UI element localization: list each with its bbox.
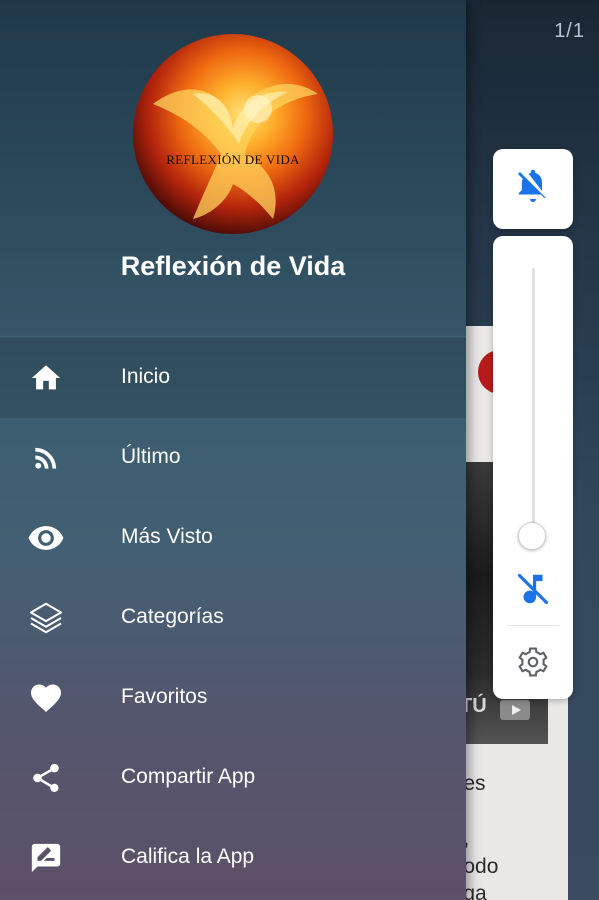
menu-item-label: Último	[121, 445, 181, 468]
menu-item-label: Más Visto	[121, 525, 213, 548]
menu-item-label: Compartir App	[121, 765, 256, 788]
app-title: Reflexión de Vida	[120, 251, 346, 281]
bell-off-icon	[515, 169, 551, 210]
rate-review-icon	[27, 840, 65, 876]
page-counter: 1/1	[554, 20, 585, 42]
menu-item-inicio[interactable]: Inicio	[0, 338, 466, 418]
rss-icon	[27, 440, 65, 476]
phoenix-logo-art	[153, 83, 318, 219]
menu-item-label: Califica la App	[121, 845, 255, 868]
menu-item-label: Inicio	[121, 365, 171, 388]
menu-item-califica-la-app[interactable]: Califica la App	[0, 818, 466, 898]
heart-icon	[27, 680, 65, 716]
menu-item-ultimo[interactable]: Último	[0, 418, 466, 498]
menu-item-mas-visto[interactable]: Más Visto	[0, 498, 466, 578]
drawer-header: REFLEXIÓN DE VIDA Reflexión de Vida	[0, 0, 466, 337]
ringer-toggle-button[interactable]	[493, 149, 573, 229]
logo-text: REFLEXIÓN DE VIDA	[166, 152, 300, 167]
menu-item-label: Categorías	[121, 605, 224, 628]
divider	[507, 625, 559, 626]
eye-icon	[27, 520, 65, 556]
share-icon	[27, 760, 65, 796]
media-volume-thumb[interactable]	[518, 522, 546, 550]
menu-item-categorias[interactable]: Categorías	[0, 578, 466, 658]
menu-item-label: Favoritos	[121, 685, 208, 708]
drawer-menu: Inicio Último Más Visto Categorías Favor…	[0, 338, 466, 898]
navigation-drawer: REFLEXIÓN DE VIDA Reflexión de Vida Inic…	[0, 0, 466, 900]
menu-item-favoritos[interactable]: Favoritos	[0, 658, 466, 738]
app-logo: REFLEXIÓN DE VIDA	[133, 34, 333, 234]
music-off-icon[interactable]	[514, 570, 552, 608]
play-icon[interactable]	[500, 700, 530, 720]
media-volume-panel	[493, 236, 573, 699]
home-icon	[27, 360, 65, 396]
menu-item-compartir-app[interactable]: Compartir App	[0, 738, 466, 818]
gear-icon[interactable]	[516, 645, 550, 679]
media-volume-slider[interactable]	[532, 268, 535, 536]
layers-icon	[27, 600, 65, 636]
